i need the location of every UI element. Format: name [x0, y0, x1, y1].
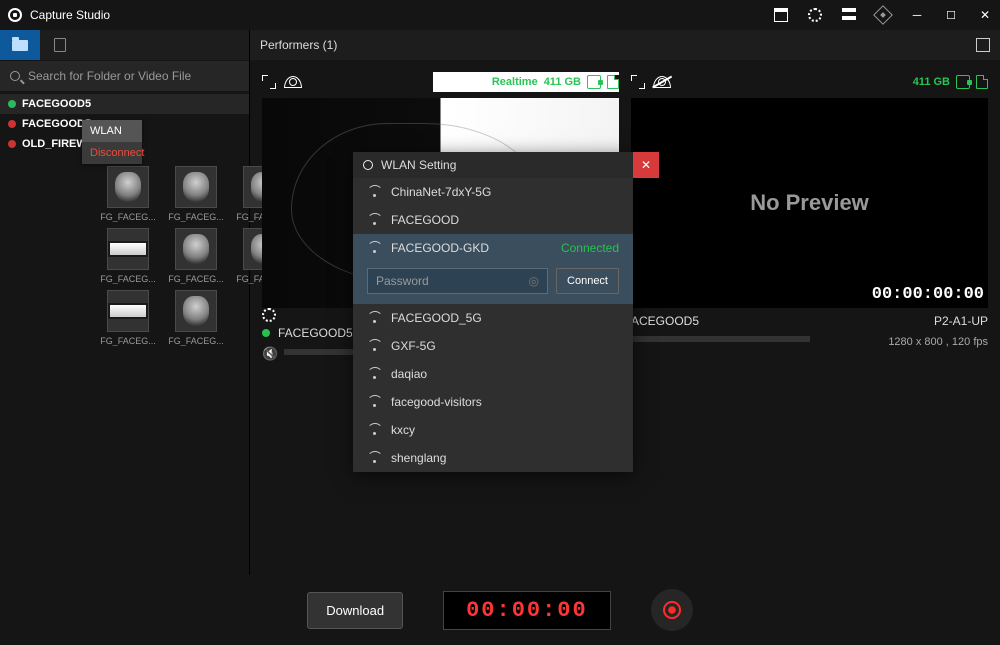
audio-level	[631, 336, 810, 342]
record-button[interactable]	[651, 589, 693, 631]
visibility-icon[interactable]	[284, 76, 302, 88]
wifi-network[interactable]: kxcy	[353, 416, 633, 444]
content-header: Performers (1)	[260, 38, 337, 52]
window-minimize-icon[interactable]	[910, 8, 924, 22]
ctx-disconnect[interactable]: Disconnect	[82, 142, 142, 164]
wifi-network[interactable]: FACEGOOD	[353, 206, 633, 234]
thumbnail[interactable]: FG_FACEG...	[98, 228, 158, 284]
storage-label: 411 GB	[913, 76, 950, 88]
wifi-network-selected[interactable]: FACEGOOD-GKDConnected	[353, 234, 633, 262]
record-icon	[663, 601, 681, 619]
wifi-network[interactable]: facegood-visitors	[353, 388, 633, 416]
device-name: FACEGOOD5	[22, 98, 91, 110]
thumbnail[interactable]: FG_FACEG...	[166, 166, 226, 222]
wifi-icon	[367, 215, 381, 225]
search-input[interactable]: Search for Folder or Video File	[0, 61, 249, 91]
sdcard-icon[interactable]	[976, 75, 988, 89]
wifi-icon	[367, 313, 381, 323]
mute-icon[interactable]	[262, 346, 276, 358]
wifi-icon	[367, 243, 381, 253]
search-icon	[10, 71, 20, 81]
connected-label: Connected	[561, 241, 619, 255]
status-dot-icon	[262, 329, 270, 337]
device-name: FACEGOOD5	[22, 118, 91, 130]
wifi-network[interactable]: GXF-5G	[353, 332, 633, 360]
preview-card-right: 411 GB No Preview 00:00:00:00 ACEGOOD5 P…	[631, 72, 988, 563]
layout-icon[interactable]	[774, 8, 788, 22]
search-placeholder: Search for Folder or Video File	[28, 69, 191, 83]
save-icon[interactable]	[587, 75, 601, 89]
dialog-title: WLAN Setting	[381, 158, 456, 172]
popout-icon[interactable]	[976, 38, 990, 52]
window-maximize-icon[interactable]	[944, 8, 958, 22]
visibility-off-icon[interactable]	[653, 76, 671, 88]
preview-placeholder: No Preview 00:00:00:00	[631, 98, 988, 308]
resolution-label: 1280 x 800 , 120 fps	[888, 336, 988, 348]
dialog-logo-icon	[363, 160, 373, 170]
expand-icon[interactable]	[631, 75, 645, 89]
wifi-network[interactable]: shenglang	[353, 444, 633, 472]
panel-icon[interactable]	[842, 8, 856, 22]
wifi-icon	[367, 341, 381, 351]
download-button[interactable]: Download	[307, 592, 403, 629]
folder-icon	[12, 40, 28, 51]
wifi-network[interactable]: daqiao	[353, 360, 633, 388]
status-dot-icon	[8, 140, 16, 148]
expand-icon[interactable]	[262, 75, 276, 89]
tab-file[interactable]	[40, 30, 80, 60]
preview-device-name: FACEGOOD5	[278, 326, 353, 340]
realtime-label: Realtime	[492, 76, 538, 88]
app-title: Capture Studio	[30, 8, 110, 22]
wifi-icon	[367, 397, 381, 407]
diamond-icon[interactable]	[873, 5, 893, 25]
wifi-network[interactable]: FACEGOOD_5G	[353, 304, 633, 332]
storage-label: 411 GB	[544, 76, 581, 88]
wifi-icon	[367, 425, 381, 435]
save-icon[interactable]	[956, 75, 970, 89]
sidebar: Search for Folder or Video File FACEGOOD…	[0, 30, 250, 575]
window-close-icon[interactable]	[978, 8, 992, 22]
thumbnail[interactable]: FG_FACEG...	[166, 290, 226, 346]
wifi-network[interactable]: ChinaNet-7dxY-5G	[353, 178, 633, 206]
pose-label: P2-A1-UP	[934, 314, 988, 328]
thumbnail[interactable]: FG_FACEG...	[98, 290, 158, 346]
ctx-wlan[interactable]: WLAN	[82, 120, 142, 142]
dialog-close-button[interactable]: ✕	[633, 152, 659, 178]
tab-folder[interactable]	[0, 30, 40, 60]
app-logo-icon	[8, 8, 22, 22]
title-bar: Capture Studio	[0, 0, 1000, 30]
file-icon	[54, 38, 66, 52]
timecode: 00:00:00:00	[872, 285, 984, 304]
wifi-icon	[367, 453, 381, 463]
password-input[interactable]: Password◎	[367, 268, 548, 294]
wlan-dialog: ✕ WLAN Setting ChinaNet-7dxY-5G FACEGOOD…	[353, 152, 633, 472]
connect-button[interactable]: Connect	[556, 268, 619, 294]
preview-device-name: ACEGOOD5	[631, 314, 699, 328]
status-dot-icon	[8, 120, 16, 128]
context-menu: WLAN Disconnect	[82, 120, 142, 164]
bottom-bar: Download 00:00:00	[0, 575, 1000, 645]
visibility-off-icon[interactable]: ◎	[529, 274, 539, 288]
settings-icon[interactable]	[808, 8, 822, 22]
sdcard-icon[interactable]	[607, 75, 619, 89]
status-dot-icon	[8, 100, 16, 108]
wifi-icon	[367, 369, 381, 379]
thumbnail[interactable]: FG_FACEG...	[98, 166, 158, 222]
wifi-icon	[367, 187, 381, 197]
device-item[interactable]: FACEGOOD5	[0, 94, 249, 114]
record-timer: 00:00:00	[443, 591, 611, 630]
thumbnail[interactable]: FG_FACEG...	[166, 228, 226, 284]
